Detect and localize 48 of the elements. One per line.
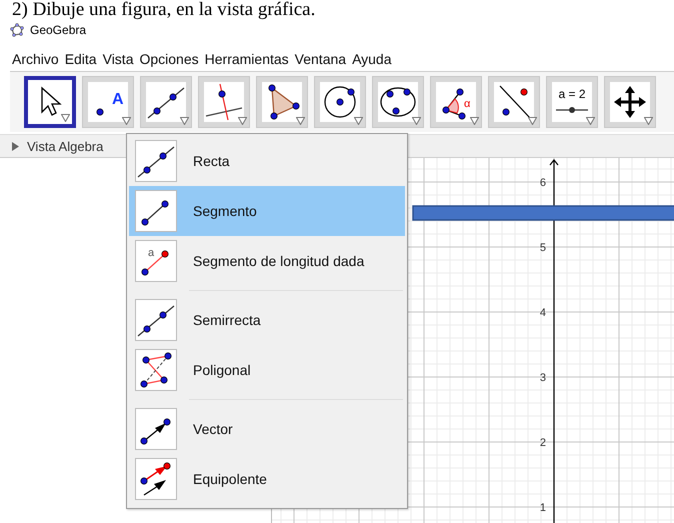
menu-option[interactable]: Recta — [129, 136, 405, 186]
dropdown-triangle-icon — [412, 117, 421, 125]
menu-option[interactable]: Poligonal — [129, 345, 405, 395]
dropdown-triangle-icon — [528, 117, 537, 125]
dropdown-triangle-icon — [122, 117, 131, 125]
option-label: Segmento de longitud dada — [193, 253, 364, 269]
instruction-heading: 2) Dibuje una figura, en la vista gráfica. — [11, 0, 316, 20]
menu-item[interactable]: Vista — [102, 51, 134, 71]
menu-item[interactable]: Archivo — [12, 51, 59, 71]
axis-label: 4 — [540, 307, 546, 319]
axis-label: 2 — [540, 437, 546, 449]
expand-caret-icon[interactable] — [12, 142, 19, 150]
dropdown-triangle-icon — [644, 117, 653, 125]
dropdown-triangle-icon — [470, 117, 479, 125]
axis-label: 5 — [540, 242, 546, 254]
menu-option[interactable]: Segmento — [129, 186, 405, 236]
option-label: Recta — [193, 153, 230, 169]
axis-label: 6 — [540, 177, 546, 189]
window-title: GeoGebra — [30, 23, 86, 37]
menu-option[interactable]: a Segmento de longitud dada — [129, 236, 405, 286]
axis-label: 1 — [540, 502, 546, 514]
option-label: Segmento — [193, 203, 257, 219]
menu-option[interactable]: Equipolente — [129, 454, 405, 504]
dropdown-triangle-icon — [296, 117, 305, 125]
menu-item[interactable]: Edita — [64, 51, 97, 71]
view-title: Vista Algebra — [27, 138, 104, 154]
tool-button[interactable]: a = 2 — [546, 76, 598, 128]
dropdown-triangle-icon — [238, 117, 247, 125]
axis-label: 3 — [540, 372, 546, 384]
menu-item[interactable]: Ayuda — [352, 51, 392, 71]
menu-item[interactable]: Opciones — [139, 51, 199, 71]
option-label: Semirrecta — [193, 312, 261, 328]
dropdown-triangle-icon — [354, 117, 363, 125]
menu-option[interactable]: Semirrecta — [129, 295, 405, 345]
app-logo-icon — [10, 23, 24, 37]
option-label: Vector — [193, 421, 233, 437]
perpendicular-line-icon — [204, 82, 244, 122]
tool-button[interactable]: A — [82, 76, 134, 128]
menu-option[interactable]: Vector — [129, 404, 405, 454]
option-label: Equipolente — [193, 471, 267, 487]
tool-button[interactable]: α — [430, 76, 482, 128]
dropdown-triangle-icon — [180, 117, 189, 125]
tool-button[interactable] — [24, 76, 76, 128]
dropdown-triangle-icon — [586, 117, 595, 125]
menu-item[interactable]: Ventana — [294, 51, 346, 71]
dropdown-triangle-icon — [61, 114, 70, 122]
option-label: Poligonal — [193, 362, 251, 378]
menu-item[interactable]: Herramientas — [204, 51, 289, 71]
